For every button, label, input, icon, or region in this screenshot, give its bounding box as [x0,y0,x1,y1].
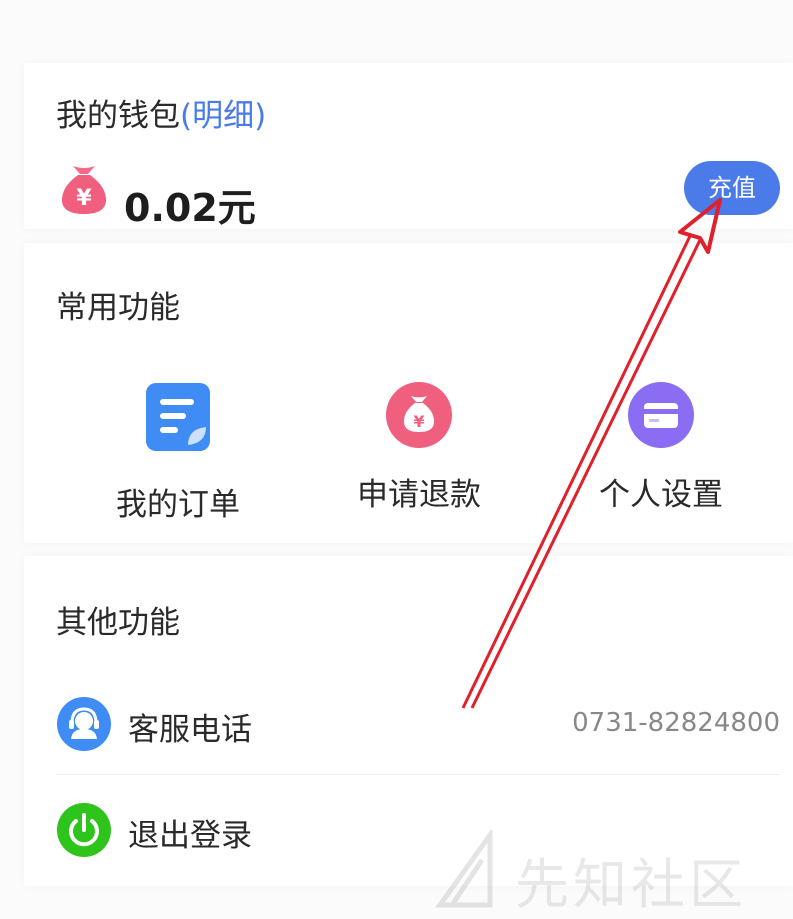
money-bag-icon: ¥ [386,382,452,448]
other-functions-card: 其他功能 客服电话 0731-82824800 退出登录 [24,556,793,886]
wallet-card: 我的钱包(明细) ¥ 0.02元 充值 [24,63,793,230]
customer-service-row[interactable]: 客服电话 0731-82824800 [56,696,780,752]
function-apply-refund[interactable]: ¥ 申请退款 [319,381,519,514]
card-icon [628,382,694,448]
recharge-button[interactable]: 充值 [684,161,780,215]
customer-service-label: 客服电话 [128,712,252,748]
wallet-balance: 0.02元 [124,186,256,230]
order-list-icon [146,383,210,451]
svg-text:¥: ¥ [76,186,92,211]
customer-service-phone[interactable]: 0731-82824800 [572,708,780,738]
logout-row[interactable]: 退出登录 [56,802,780,858]
power-icon [57,803,111,857]
function-my-orders[interactable]: 我的订单 [78,381,278,524]
wallet-title-text: 我的钱包 [56,98,180,134]
common-functions-title: 常用功能 [56,290,180,326]
function-label: 我的订单 [116,487,240,523]
customer-service-icon [57,697,111,751]
function-label: 个人设置 [599,477,723,513]
function-label: 申请退款 [357,477,481,513]
other-functions-title: 其他功能 [56,605,180,641]
common-functions-card: 常用功能 我的订单 ¥ 申请退款 个人设置 [24,243,793,543]
logout-label: 退出登录 [128,818,252,854]
row-divider [56,774,780,775]
money-bag-icon: ¥ [61,166,107,214]
svg-text:¥: ¥ [413,412,424,431]
function-personal-settings[interactable]: 个人设置 [561,381,761,514]
wallet-title: 我的钱包(明细) [56,90,266,135]
wallet-detail-link[interactable]: (明细) [180,98,266,134]
